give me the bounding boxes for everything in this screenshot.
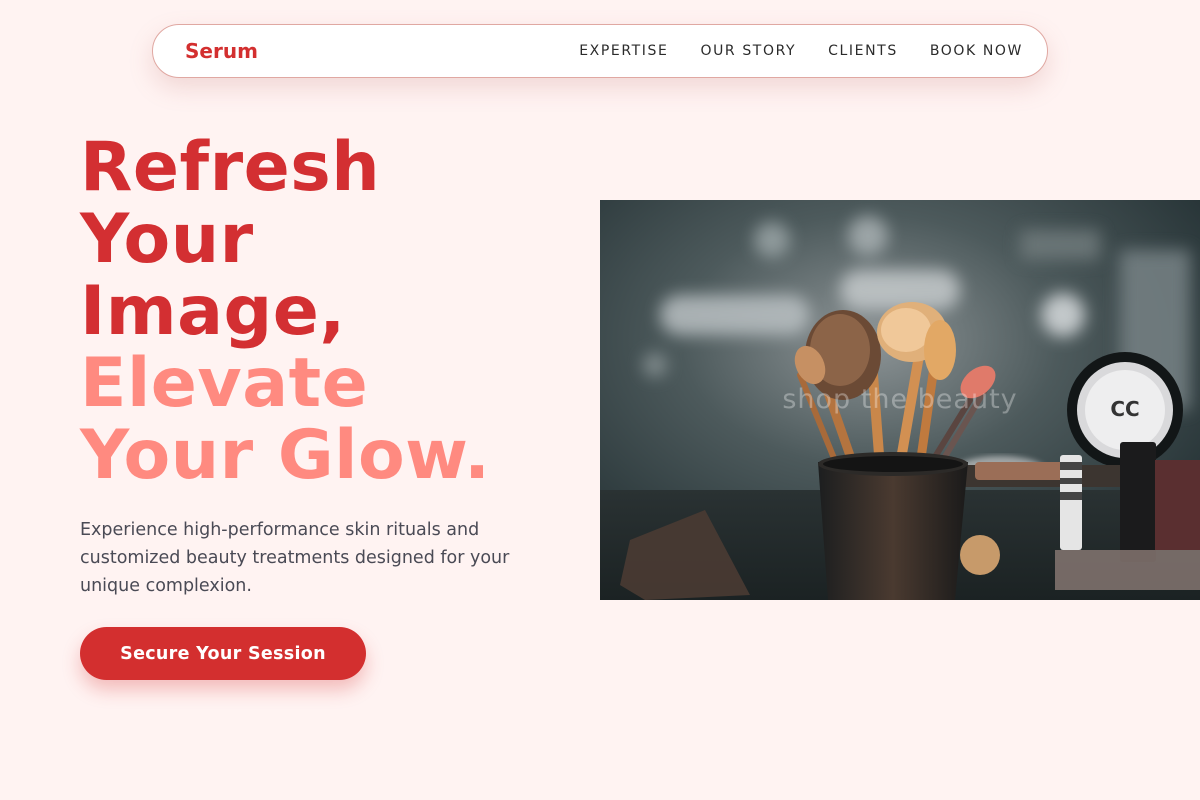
hero-title-line: Image,: [80, 272, 346, 351]
hero-title-accent-line: Elevate: [80, 344, 369, 423]
brand-logo[interactable]: Serum: [185, 39, 258, 63]
hero-title-line: Refresh: [80, 128, 381, 207]
secure-session-button[interactable]: Secure Your Session: [80, 627, 366, 680]
makeup-brushes-illustration: CC: [600, 200, 1200, 600]
hero-description: Experience high-performance skin rituals…: [80, 520, 510, 596]
top-navbar: Serum EXPERTISE OUR STORY CLIENTS BOOK N…: [152, 24, 1048, 78]
nav-link-clients[interactable]: CLIENTS: [828, 43, 898, 59]
nav-link-book-now[interactable]: BOOK NOW: [930, 43, 1023, 59]
nav-links: EXPERTISE OUR STORY CLIENTS BOOK NOW: [547, 43, 1023, 59]
hero-title-accent-line: Your Glow.: [80, 416, 491, 495]
nav-link-our-story[interactable]: OUR STORY: [700, 43, 796, 59]
hero-image: CC shop the beauty: [600, 200, 1200, 600]
svg-text:CC: CC: [1110, 397, 1139, 421]
hero-title-line: Your: [80, 200, 254, 279]
nav-link-expertise[interactable]: EXPERTISE: [579, 43, 668, 59]
hero-title: Refresh Your Image, Elevate Your Glow.: [80, 132, 580, 492]
